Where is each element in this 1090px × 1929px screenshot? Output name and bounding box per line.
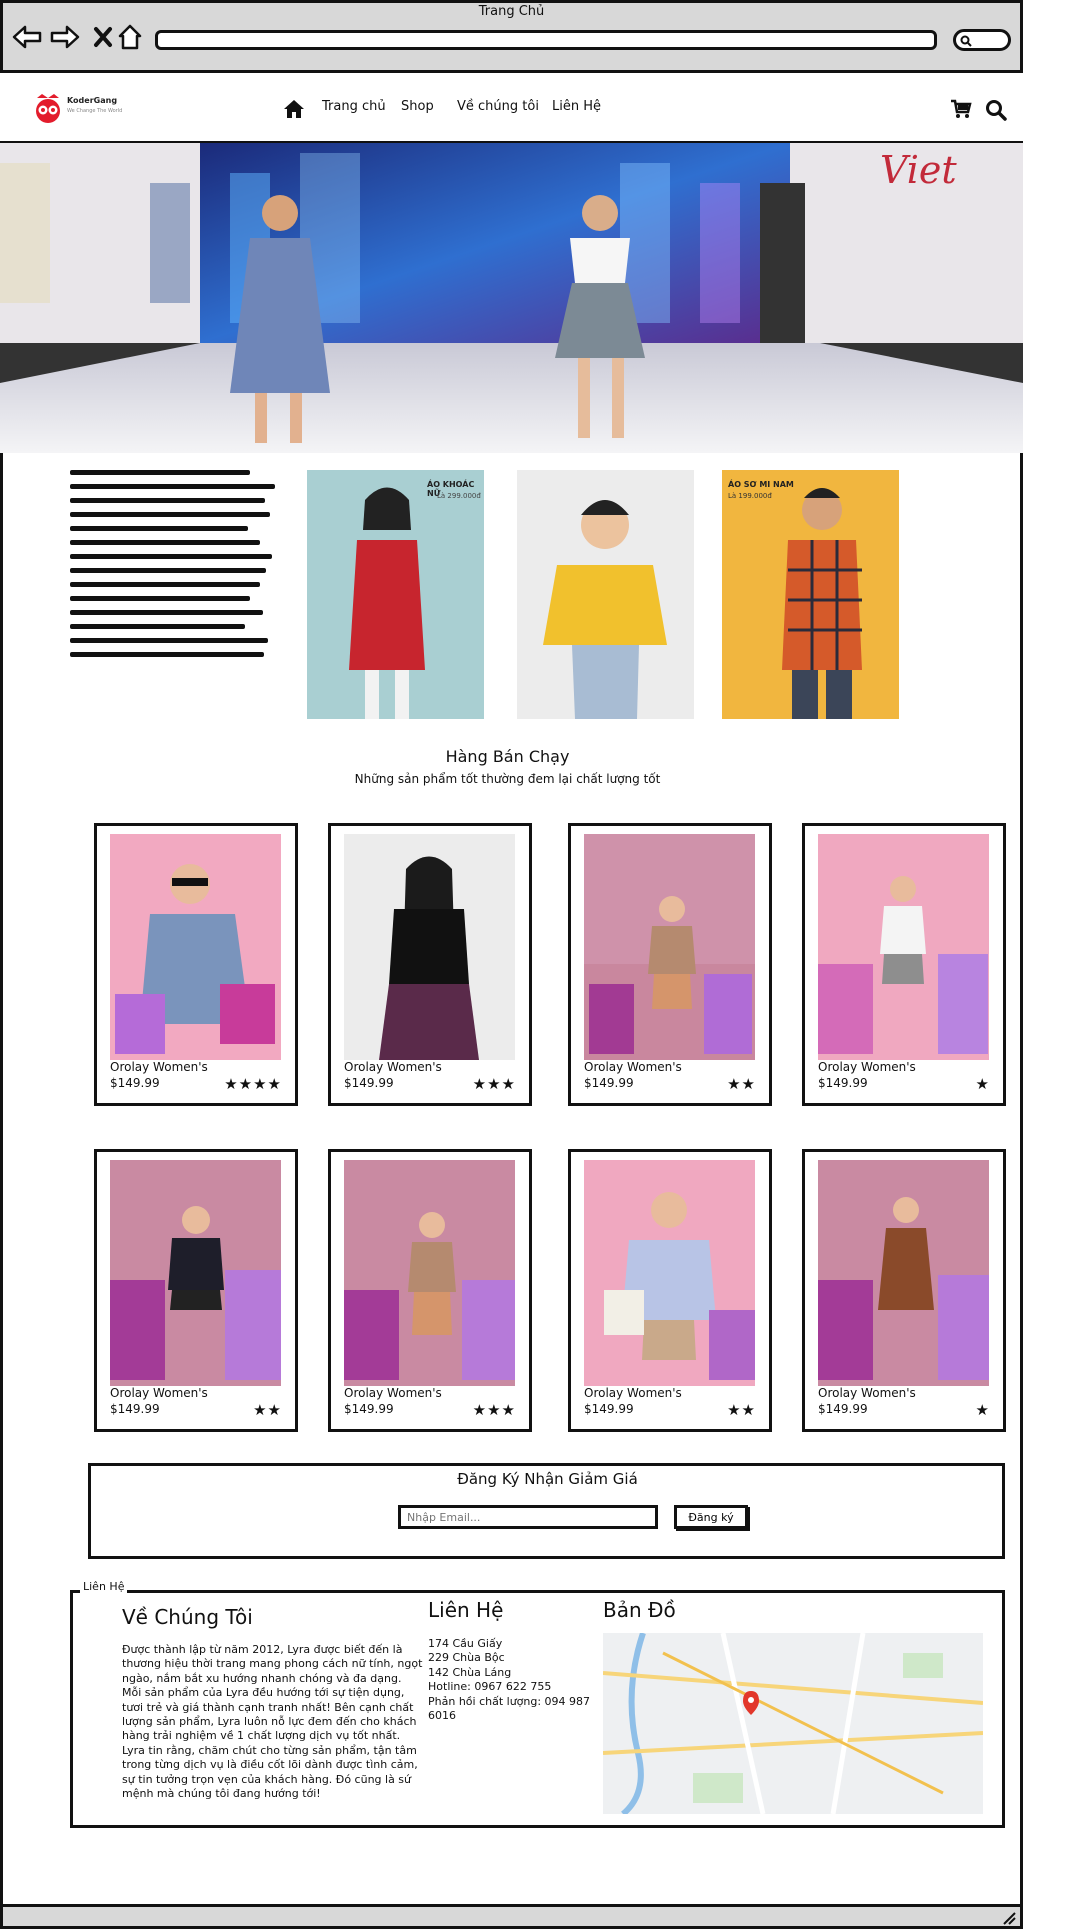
product-name: Orolay Women's: [110, 1386, 208, 1400]
product-price: $149.99: [110, 1076, 160, 1090]
signup-button[interactable]: Đăng ký: [674, 1505, 748, 1529]
email-input[interactable]: [398, 1505, 658, 1529]
fashion-show-image: Viet: [0, 143, 1023, 453]
resize-grip-icon[interactable]: [1000, 1909, 1016, 1925]
product-image: [584, 1160, 755, 1386]
browser-search-icon: [960, 35, 972, 47]
product-name: Orolay Women's: [344, 1060, 442, 1074]
about-text: Được thành lập từ năm 2012, Lyra được bi…: [122, 1643, 423, 1801]
browser-search-field[interactable]: [953, 29, 1011, 51]
star-rating-icon: ★★★: [472, 1401, 516, 1419]
home-nav-icon[interactable]: [283, 99, 305, 123]
star-rating-icon: ★★: [727, 1075, 756, 1093]
jacket-price: Là 299.000đ: [437, 492, 481, 500]
about-title: Về Chúng Tôi: [122, 1605, 253, 1629]
best-sellers-title: Hàng Bán Chạy: [445, 747, 570, 766]
product-name: Orolay Women's: [818, 1386, 916, 1400]
product-image: [584, 834, 755, 1060]
product-card-8[interactable]: Orolay Women's $149.99 ★: [802, 1149, 1006, 1432]
product-price: $149.99: [584, 1076, 634, 1090]
search-icon[interactable]: [985, 99, 1007, 125]
feature-card-kids-sweater[interactable]: [517, 470, 694, 719]
product-name: Orolay Women's: [110, 1060, 208, 1074]
intro-text-placeholder: [70, 470, 275, 666]
nav-contact[interactable]: Liên Hệ: [552, 99, 601, 114]
product-image: [344, 834, 515, 1060]
star-rating-icon: ★: [975, 1401, 990, 1419]
product-image: [110, 834, 281, 1060]
product-card-1[interactable]: Orolay Women's $149.99 ★★★★: [94, 823, 298, 1106]
product-name: Orolay Women's: [584, 1060, 682, 1074]
feedback-phone: Phản hồi chất lượng: 094 987 6016: [428, 1694, 591, 1723]
product-card-7[interactable]: Orolay Women's $149.99 ★★: [568, 1149, 772, 1432]
product-card-5[interactable]: Orolay Women's $149.99 ★★: [94, 1149, 298, 1432]
forward-arrow-icon[interactable]: [50, 22, 80, 52]
product-image: [344, 1160, 515, 1386]
product-price: $149.99: [344, 1076, 394, 1090]
address-line: 174 Cầu Giấy: [428, 1637, 503, 1650]
star-rating-icon: ★★★★: [224, 1075, 282, 1093]
product-card-6[interactable]: Orolay Women's $149.99 ★★★: [328, 1149, 532, 1432]
product-card-2[interactable]: Orolay Women's $149.99 ★★★: [328, 823, 532, 1106]
address-bar[interactable]: [155, 30, 937, 50]
product-image: [818, 1160, 989, 1386]
hero-banner: Viet: [0, 143, 1023, 453]
product-price: $149.99: [818, 1402, 868, 1416]
product-image: [818, 834, 989, 1060]
product-card-4[interactable]: Orolay Women's $149.99 ★: [802, 823, 1006, 1106]
kids-sweater-image: [543, 500, 667, 719]
window-title: Trang Chủ: [478, 4, 545, 19]
close-x-icon[interactable]: [88, 22, 118, 52]
map[interactable]: [603, 1633, 983, 1814]
contact-legend: Liên Hệ: [80, 1580, 128, 1593]
product-price: $149.99: [110, 1402, 160, 1416]
product-price: $149.99: [584, 1402, 634, 1416]
star-rating-icon: ★★: [253, 1401, 282, 1419]
status-bar: [0, 1904, 1023, 1929]
home-icon[interactable]: [115, 22, 145, 52]
mens-shirt-image: [782, 488, 862, 719]
newsletter-title: Đăng Ký Nhận Giảm Giá: [457, 1470, 638, 1488]
star-rating-icon: ★: [975, 1075, 990, 1093]
product-card-3[interactable]: Orolay Women's $149.99 ★★: [568, 823, 772, 1106]
product-name: Orolay Women's: [344, 1386, 442, 1400]
product-price: $149.99: [344, 1402, 394, 1416]
womens-jacket-image: [349, 487, 425, 719]
svg-text:Viet: Viet: [880, 148, 957, 192]
logo-name: KoderGang: [67, 96, 118, 105]
feature-card-mens-shirt[interactable]: ÁO SƠ MI NAM Là 199.000đ: [722, 470, 899, 719]
shirt-price: Là 199.000đ: [728, 492, 772, 500]
hotline: Hotline: 0967 622 755: [428, 1680, 552, 1694]
back-arrow-icon[interactable]: [12, 22, 42, 52]
contact-title: Liên Hệ: [428, 1598, 504, 1622]
nav-about[interactable]: Về chúng tôi: [457, 99, 539, 114]
shirt-label: ÁO SƠ MI NAM: [728, 480, 794, 489]
product-image: [110, 1160, 281, 1386]
logo[interactable]: KoderGang We Change The World: [33, 92, 133, 124]
best-sellers-subtitle: Những sản phẩm tốt thường đem lại chất l…: [354, 772, 661, 786]
address-line: 229 Chùa Bộc: [428, 1651, 505, 1665]
address-line: 142 Chùa Láng: [428, 1665, 512, 1679]
star-rating-icon: ★★★: [472, 1075, 516, 1093]
product-name: Orolay Women's: [584, 1386, 682, 1400]
owl-logo-icon: [36, 94, 60, 123]
product-price: $149.99: [818, 1076, 868, 1090]
map-title: Bản Đồ: [603, 1598, 676, 1622]
nav-home[interactable]: Trang chủ: [322, 99, 386, 114]
cart-icon[interactable]: [950, 99, 972, 123]
contact-lines: 174 Cầu Giấy 229 Chùa Bộc 142 Chùa Láng …: [428, 1637, 598, 1723]
nav-shop[interactable]: Shop: [401, 99, 434, 114]
logo-tagline: We Change The World: [67, 108, 123, 114]
product-name: Orolay Women's: [818, 1060, 916, 1074]
feature-card-womens-jacket[interactable]: ÁO KHOÁC NỮ Là 299.000đ: [307, 470, 484, 719]
star-rating-icon: ★★: [727, 1401, 756, 1419]
map-image: [603, 1633, 983, 1814]
